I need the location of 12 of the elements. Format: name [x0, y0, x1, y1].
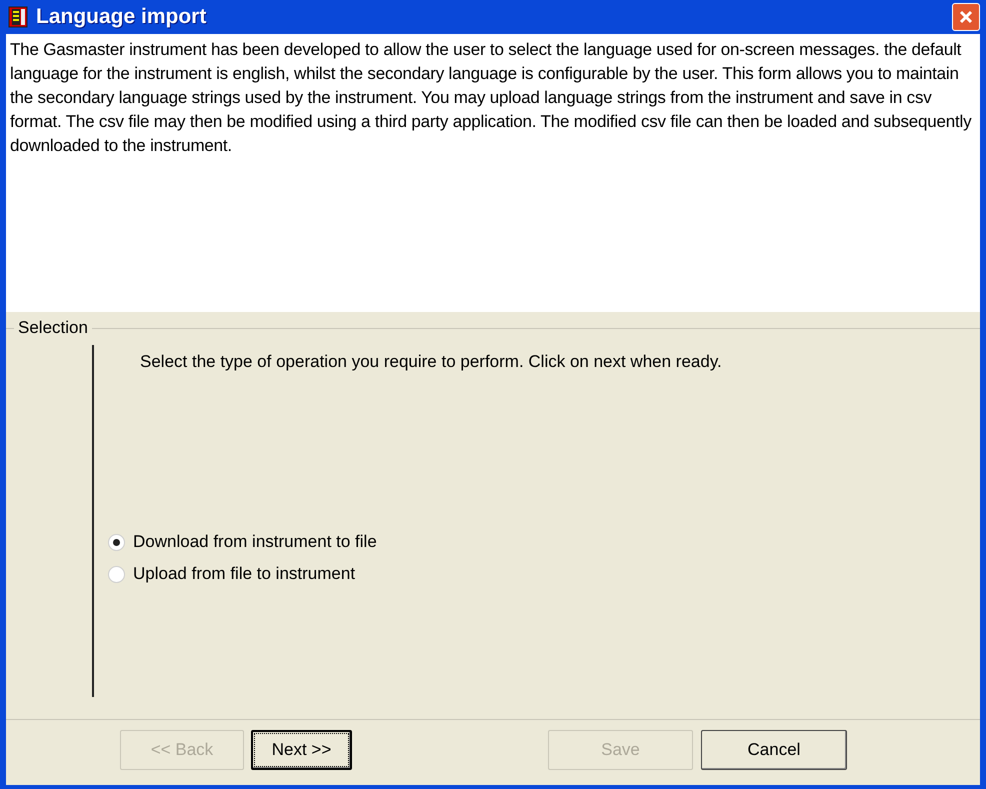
option-label[interactable]: Download from instrument to file [133, 531, 377, 553]
window-title: Language import [36, 4, 206, 30]
radio-button[interactable] [108, 566, 125, 582]
dialog-button[interactable]: Next >> [251, 730, 352, 770]
radio-button[interactable] [108, 534, 125, 550]
option-label[interactable]: Upload from file to instrument [133, 563, 356, 585]
app-icon [8, 6, 28, 28]
close-button[interactable] [952, 3, 980, 31]
close-icon [958, 9, 974, 25]
instruction-text: Select the type of operation you require to perform. Click on next when ready. [140, 351, 723, 373]
dialog-button[interactable]: Cancel [701, 730, 847, 770]
description-text: The Gasmaster instrument has been developed to allow the user to select the language used for on-screen messages. the default language for the instrument is english, whilst the secondary language is configurable by the user. This form allows you to maintain the secondary language strings used by the instrument. You may upload language strings from the instrument and save in csv format. The csv file may then be modified using a third party application. The modified csv file can then be loaded and subsequently downloaded to the instrument. [10, 39, 972, 157]
